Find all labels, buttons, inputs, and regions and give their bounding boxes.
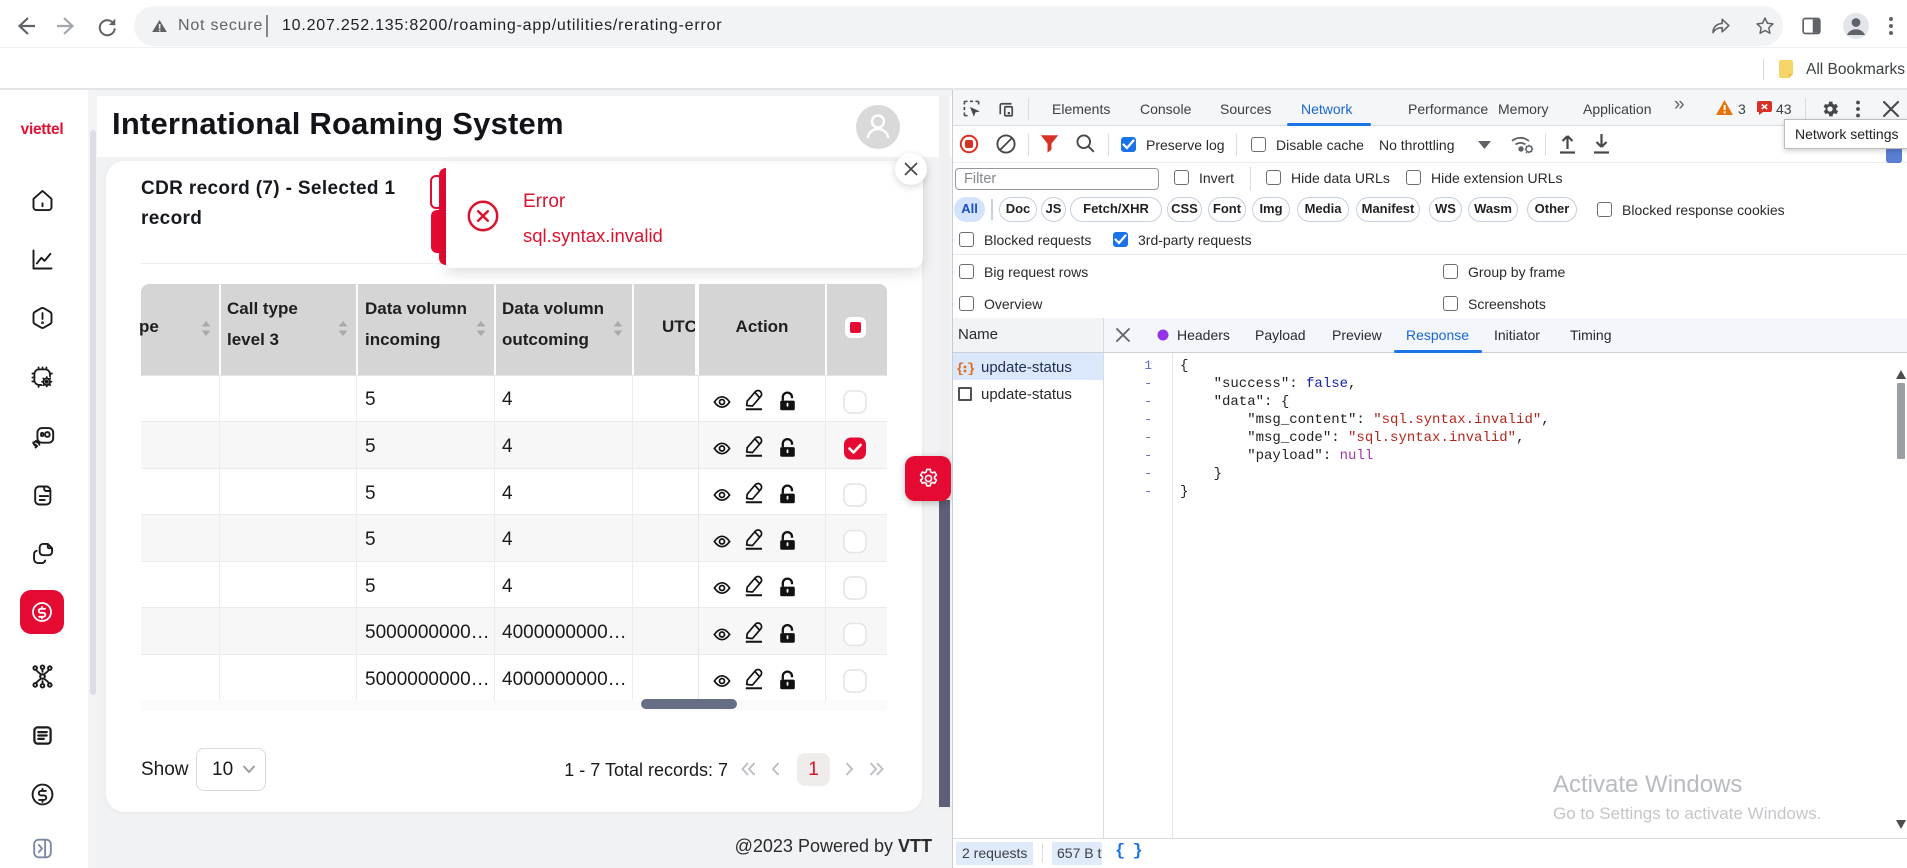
svg-text:}: } — [967, 362, 974, 376]
svg-text:{: { — [956, 362, 964, 376]
